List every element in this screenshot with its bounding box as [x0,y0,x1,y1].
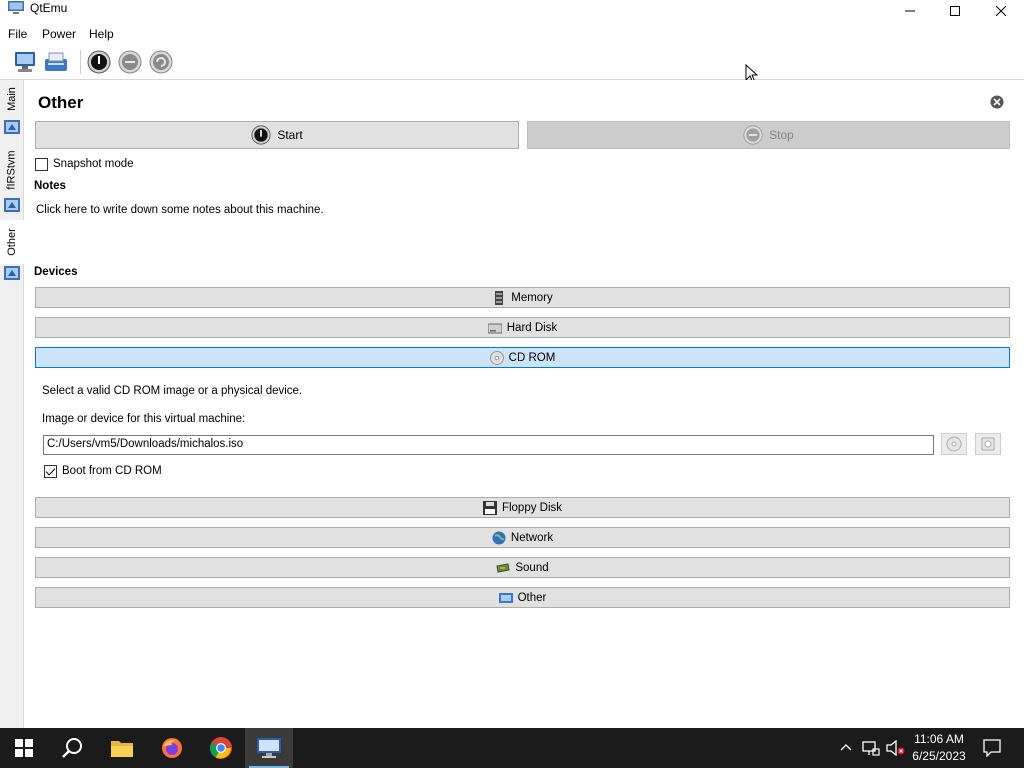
cd-rom-icon [489,350,504,365]
clock-time: 11:06 AM [914,732,964,746]
taskbar-chrome[interactable] [197,728,245,768]
open-machine-button[interactable] [42,48,70,76]
show-hidden-icons-chevron-icon[interactable] [839,740,853,754]
toolbar [0,44,1024,80]
machine-icon [4,266,20,280]
boot-from-cd-label: Boot from CD ROM [62,465,162,477]
cd-icon [946,436,962,452]
device-floppy-button[interactable]: Floppy Disk [35,497,1010,518]
snapshot-label: Snapshot mode [53,158,134,170]
tab-main[interactable]: Main [0,80,24,118]
power-icon [251,125,271,145]
tab-firstvm-label: fIRStvm [6,150,18,190]
new-machine-icon [15,52,35,72]
start-label: Start [277,128,303,142]
power-icon [87,50,111,74]
select-physical-device-button[interactable] [975,433,1001,455]
minimize-button[interactable] [887,0,933,22]
chrome-icon [210,737,232,759]
taskbar-clock[interactable]: 11:06 AM 6/25/2023 [904,731,974,765]
file-explorer-icon [111,741,133,757]
maximize-button[interactable] [932,0,978,22]
other-device-icon [498,592,513,603]
device-cd-rom-button[interactable]: CD ROM [35,347,1010,368]
maximize-icon [950,6,960,16]
machine-panel: Other Start Stop Snapshot mode Notes Cli… [24,80,1024,728]
cd-rom-description: Select a valid CD ROM image or a physica… [42,385,303,397]
device-cd-rom-label: CD ROM [508,351,556,364]
window-title: QtEmu [30,1,68,15]
taskbar-firefox[interactable] [148,728,196,768]
device-hard-disk-label: Hard Disk [506,321,558,334]
clock-date: 6/25/2023 [912,749,966,763]
page-title: Other [38,93,84,112]
windows-start-icon [15,739,33,757]
notifications-icon[interactable] [983,739,1001,757]
taskbar-file-explorer[interactable] [98,728,146,768]
stop-label: Stop [769,128,794,142]
menu-bar: File Power Help [0,22,1024,44]
close-window-button[interactable] [978,0,1024,22]
device-network-label: Network [510,531,554,544]
hard-disk-icon [487,323,502,333]
close-icon [996,6,1006,16]
menu-power[interactable]: Power [42,27,76,41]
toolbar-separator [80,50,81,74]
cd-rom-image-path-input[interactable]: C:/Users/vm5/Downloads/michalos.iso [43,435,934,455]
power-button[interactable] [85,48,113,76]
taskbar-qtemu[interactable] [245,728,293,768]
device-other-label: Other [517,591,547,604]
device-other-button[interactable]: Other [35,587,1010,608]
device-network-button[interactable]: Network [35,527,1010,548]
device-sound-button[interactable]: Sound [35,557,1010,578]
network-status-icon[interactable] [862,740,880,756]
restart-button[interactable] [147,48,175,76]
network-globe-icon [492,531,506,544]
minimize-icon [905,10,915,12]
memory-icon [495,290,504,305]
tab-main-label: Main [6,87,18,111]
stop-button[interactable]: Stop [527,121,1010,149]
cd-rom-image-label: Image or device for this virtual machine… [42,413,246,425]
search-icon [62,738,82,758]
select-cd-image-button[interactable] [941,433,967,455]
sound-card-icon [496,562,510,573]
drive-icon [981,437,995,451]
pause-icon [118,50,142,74]
notes-text[interactable]: Click here to write down some notes abou… [36,204,324,216]
device-memory-label: Memory [511,291,553,304]
volume-muted-icon[interactable] [886,740,906,756]
qtemu-icon [257,738,281,758]
machine-icon [4,198,20,212]
menu-help[interactable]: Help [89,27,114,41]
title-bar: QtEmu [0,0,1024,22]
snapshot-checkbox[interactable] [35,158,48,171]
menu-file[interactable]: File [8,27,27,41]
stop-icon [743,125,763,145]
taskbar: 11:06 AM 6/25/2023 [0,728,1024,768]
tab-firstvm[interactable]: fIRStvm [0,142,24,198]
qtemu-app-icon [8,1,24,14]
taskbar-search-button[interactable] [48,728,96,768]
floppy-icon [482,500,497,515]
start-button-taskbar[interactable] [0,728,48,768]
close-tab-icon[interactable] [990,95,1004,109]
notes-heading: Notes [34,180,66,192]
firefox-icon [162,738,182,758]
open-machine-icon [45,52,67,71]
boot-from-cd-checkbox[interactable] [44,465,57,478]
device-sound-label: Sound [515,561,549,574]
tab-other-label: Other [6,228,19,256]
start-button[interactable]: Start [35,121,519,149]
restart-icon [149,50,173,74]
pause-button[interactable] [116,48,144,76]
machine-tab-strip: Main fIRStvm Other [0,80,24,728]
devices-heading: Devices [34,266,78,278]
new-machine-button[interactable] [11,48,39,76]
tab-other[interactable]: Other [0,220,24,264]
device-hard-disk-button[interactable]: Hard Disk [35,317,1010,338]
device-floppy-label: Floppy Disk [501,501,563,514]
device-memory-button[interactable]: Memory [35,287,1010,308]
machine-icon [4,120,20,134]
